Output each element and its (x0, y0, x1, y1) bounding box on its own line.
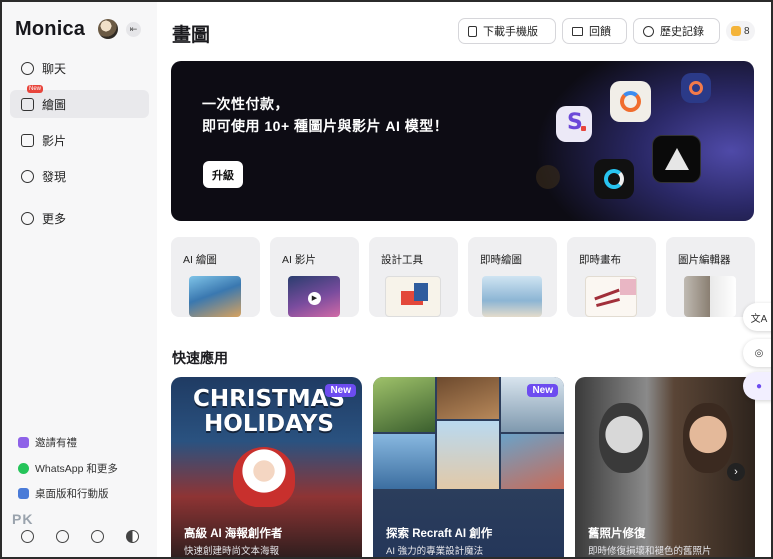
tool-label: 設計工具 (381, 254, 423, 266)
download-app-label: 下載手機版 (483, 26, 538, 38)
sidebar-item-label: 發現 (42, 169, 67, 184)
card-subtitle: AI 強力的專業設計魔法 (386, 546, 484, 557)
user-avatar[interactable] (98, 19, 118, 39)
translate-floating-icon[interactable]: 文A (743, 303, 771, 331)
sidebar-item-label: 更多 (42, 211, 67, 226)
app-logo-ring-icon (610, 81, 651, 122)
clock-icon (643, 25, 654, 37)
quick-app-photo-restore[interactable]: › 舊照片修復 即時修復損壞和褪色的舊照片 (575, 377, 755, 557)
monica-floating-icon[interactable]: ● (743, 372, 771, 400)
sidebar-item-more[interactable]: 更多 (10, 204, 149, 232)
new-badge: New (325, 384, 356, 397)
portrait-after (683, 403, 733, 473)
theme-toggle-icon[interactable] (126, 530, 139, 543)
quick-app-poster-creator[interactable]: CHRISTMAS HOLIDAYS New 高級 AI 海報創作者 快速創建時… (171, 377, 362, 557)
coin-icon (731, 26, 741, 36)
quick-apps-title: 快速應用 (172, 350, 228, 366)
new-badge: New (27, 85, 44, 93)
tool-image-editor[interactable]: 圖片編輯器 (666, 237, 755, 317)
banner-headline-1: 一次性付款， (202, 96, 289, 112)
tool-thumbnail (482, 276, 542, 317)
sidebar-item-label: 聊天 (42, 61, 67, 76)
card-title: 高級 AI 海報創作者 (184, 528, 283, 540)
feedback-label: 回饋 (589, 26, 611, 38)
brand-logo[interactable]: Monica (15, 18, 85, 41)
app-logo-triangle-icon (652, 135, 701, 183)
whatsapp-label: WhatsApp 和更多 (35, 463, 118, 475)
app-logo-s-icon: S (556, 106, 592, 142)
santa-illustration (233, 447, 295, 507)
devices-icon (18, 488, 29, 499)
sidebar-footer-icons (10, 530, 150, 543)
quick-app-recraft[interactable]: New 探索 Recraft AI 創作 AI 強力的專業設計魔法 (373, 377, 564, 557)
app-logo-faded-icon (536, 165, 560, 189)
tool-label: AI 繪圖 (183, 254, 217, 266)
new-badge: New (527, 384, 558, 397)
sidebar-item-discover[interactable]: 發現 (10, 162, 149, 190)
sidebar-item-video[interactable]: 影片 (10, 126, 149, 154)
image-icon (21, 97, 34, 111)
tool-label: 即時繪圖 (480, 254, 522, 266)
credits-count: 8 (744, 25, 750, 37)
upgrade-button[interactable]: 升級 (203, 161, 243, 188)
app-logo-swirl-icon (594, 159, 634, 199)
tool-realtime-canvas[interactable]: 即時畫布 (567, 237, 656, 317)
sidebar: Monica ⇤ 聊天 New 繪圖 影片 發現 更多 邀請有禮 WhatsAp… (2, 2, 157, 557)
gift-icon (18, 437, 29, 448)
upgrade-banner: 一次性付款， 即可使用 10+ 種圖片與影片 AI 模型！ 升級 S (171, 61, 754, 221)
card-subtitle: 快速創建時尚文本海報 (184, 546, 280, 557)
ai-assistant-floating-icon[interactable]: ◎ (743, 339, 771, 367)
banner-headline-2: 即可使用 10+ 種圖片與影片 AI 模型！ (202, 118, 449, 134)
history-label: 歷史記錄 (660, 26, 704, 38)
tool-realtime-draw[interactable]: 即時繪圖 (468, 237, 557, 317)
tool-thumbnail (684, 276, 736, 317)
tool-label: 即時畫布 (579, 254, 621, 266)
whatsapp-link[interactable]: WhatsApp 和更多 (18, 461, 118, 476)
tool-design-tools[interactable]: 設計工具 (369, 237, 458, 317)
credits-badge[interactable]: 8 (726, 21, 755, 41)
app-window: Monica ⇤ 聊天 New 繪圖 影片 發現 更多 邀請有禮 WhatsAp… (0, 0, 773, 559)
tool-ai-video[interactable]: AI 影片 ▶ (270, 237, 359, 317)
tool-thumbnail (585, 276, 637, 317)
desktop-mobile-link[interactable]: 桌面版和行動版 (18, 486, 109, 501)
card-title: 舊照片修復 (588, 528, 646, 540)
play-icon: ▶ (308, 292, 321, 305)
tool-thumbnail (189, 276, 241, 317)
tool-label: 圖片編輯器 (678, 254, 731, 266)
plus-circle-icon (21, 211, 34, 225)
invite-label: 邀請有禮 (35, 437, 77, 449)
sidebar-item-chat[interactable]: 聊天 (10, 54, 149, 82)
video-icon (21, 133, 34, 147)
home-icon[interactable] (21, 530, 34, 543)
desktop-mobile-label: 桌面版和行動版 (35, 488, 109, 500)
phone-icon (468, 25, 477, 37)
sidebar-item-draw[interactable]: New 繪圖 (10, 85, 149, 118)
tool-label: AI 影片 (282, 254, 316, 266)
tool-ai-draw[interactable]: AI 繪圖 (171, 237, 260, 317)
page-title: 畫圖 (172, 25, 211, 46)
feedback-button[interactable]: 回饋 (562, 18, 627, 44)
watermark: PK (12, 511, 34, 527)
help-icon[interactable] (56, 530, 69, 543)
portrait-before (599, 403, 649, 473)
sidebar-item-label: 繪圖 (42, 97, 67, 112)
settings-icon[interactable] (91, 530, 104, 543)
mail-icon (572, 26, 583, 36)
collapse-sidebar-icon[interactable]: ⇤ (126, 22, 141, 37)
tool-thumbnail: ▶ (288, 276, 340, 317)
compass-icon (21, 169, 34, 183)
invite-link[interactable]: 邀請有禮 (18, 435, 77, 450)
history-button[interactable]: 歷史記錄 (633, 18, 720, 44)
sidebar-item-label: 影片 (42, 133, 67, 148)
app-logo-blue-icon (681, 73, 711, 103)
carousel-next-icon[interactable]: › (727, 463, 745, 481)
whatsapp-icon (18, 463, 29, 474)
card-title: 探索 Recraft AI 創作 (386, 528, 493, 540)
chat-icon (21, 61, 34, 75)
download-app-button[interactable]: 下載手機版 (458, 18, 556, 44)
card-subtitle: 即時修復損壞和褪色的舊照片 (588, 546, 712, 557)
tool-thumbnail (385, 276, 441, 317)
